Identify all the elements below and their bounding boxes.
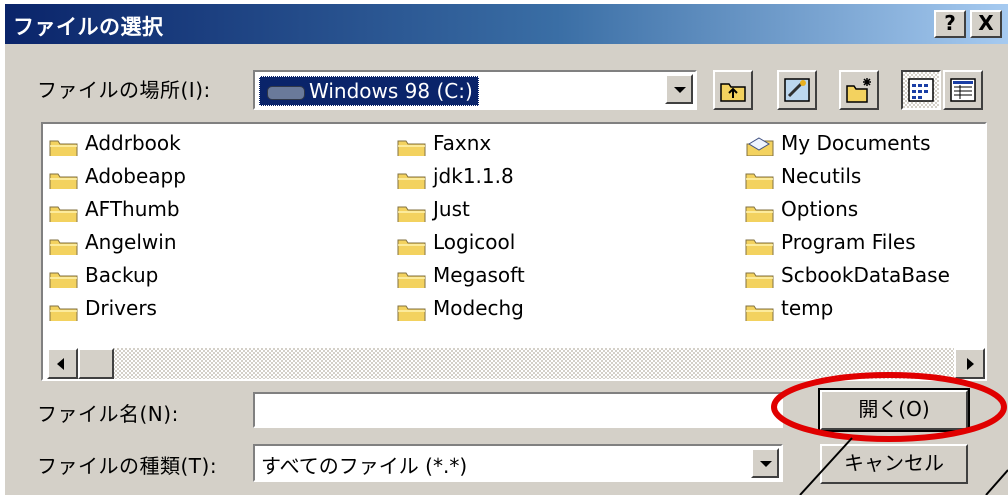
annotation-circle [771,372,1007,442]
annotation-overlay [771,372,1008,495]
annotation-pointer [799,437,853,495]
annotation-pointer-2 [985,469,1008,495]
